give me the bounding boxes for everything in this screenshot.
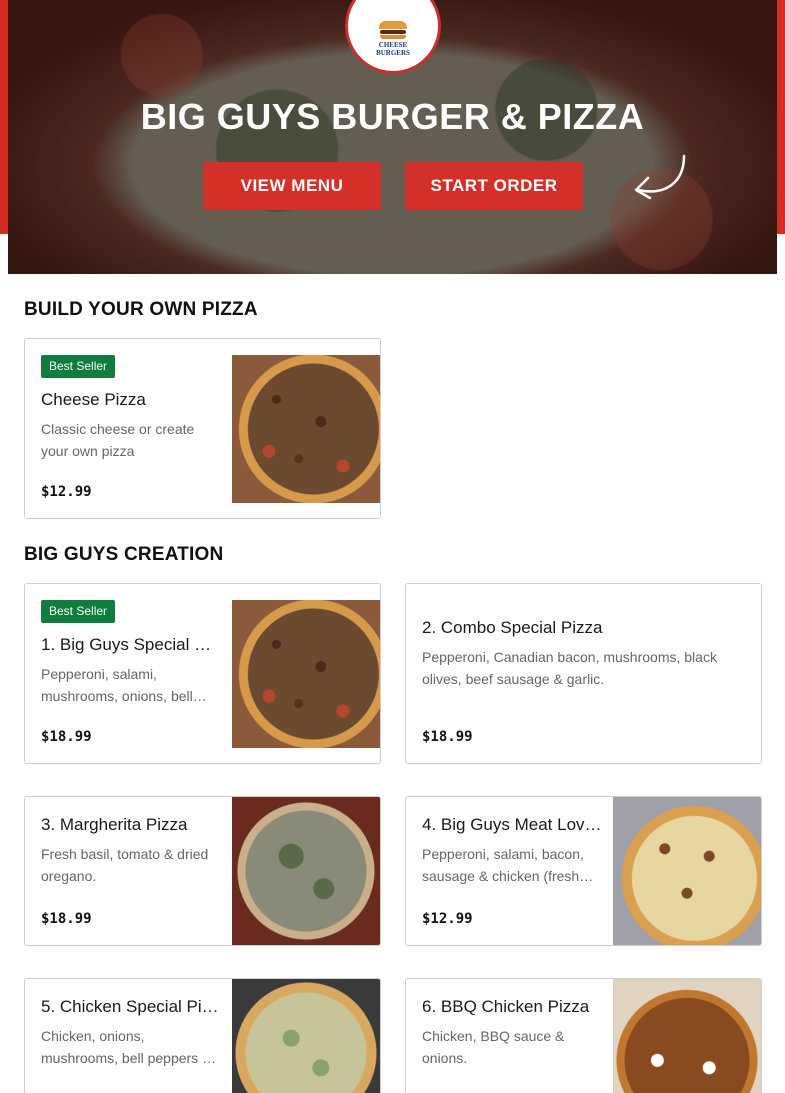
menu-item-card[interactable]: 2. Combo Special Pizza Pepperoni, Canadi… [405, 583, 762, 764]
pizza-photo [232, 600, 380, 748]
section-title-build-your-own: BUILD YOUR OWN PIZZA [24, 299, 258, 320]
item-price: $12.99 [422, 911, 473, 927]
item-name: 5. Chicken Special Pizza [41, 997, 221, 1016]
item-description: Fresh basil, tomato & dried oregano. [41, 846, 209, 884]
hero-title: BIG GUYS BURGER & PIZZA [140, 96, 645, 137]
menu-item-card[interactable]: 6. BBQ Chicken Pizza Chicken, BBQ sauce … [405, 978, 762, 1093]
item-price: $12.99 [41, 484, 92, 500]
menu-item-card[interactable]: 5. Chicken Special Pizza Chicken, onions… [24, 978, 381, 1093]
item-description: Chicken, onions, mushrooms, bell peppers… [41, 1028, 212, 1066]
pizza-photo [232, 979, 380, 1093]
curved-arrow-icon [634, 154, 686, 200]
item-price: $18.99 [41, 729, 92, 745]
menu-item-card[interactable]: Best Seller Cheese Pizza Classic cheese … [24, 338, 381, 519]
item-name: 1. Big Guys Special Pizza [41, 635, 221, 654]
item-name: Cheese Pizza [41, 390, 146, 409]
hero-banner: CHEESE BURGERS BIG GUYS BURGER & PIZZA V… [8, 0, 777, 274]
item-description: Chicken, BBQ sauce & onions. [422, 1028, 565, 1066]
logo-text-top: CHEESE [378, 41, 408, 49]
pizza-photo [232, 355, 380, 503]
menu-item-card[interactable]: 4. Big Guys Meat Lovers Pizza Pepperoni,… [405, 796, 762, 946]
section-title-big-guys-creation: BIG GUYS CREATION [24, 544, 224, 565]
item-description: Classic cheese or create your own pizza [41, 421, 195, 459]
best-seller-badge: Best Seller [41, 600, 116, 623]
pizza-photo [613, 797, 761, 945]
pizza-photo [613, 979, 761, 1093]
item-description: Pepperoni, Canadian bacon, mushrooms, bl… [422, 649, 717, 687]
menu-item-card[interactable]: Best Seller 1. Big Guys Special Pizza Pe… [24, 583, 381, 764]
view-menu-button[interactable]: VIEW MENU [203, 162, 381, 210]
item-description: Pepperoni, salami, bacon, sausage & chic… [422, 846, 584, 884]
item-price: $18.99 [422, 729, 473, 745]
item-description: Pepperoni, salami, mushrooms, onions, be… [41, 666, 193, 704]
item-name: 6. BBQ Chicken Pizza [422, 997, 590, 1016]
menu-item-card[interactable]: 3. Margherita Pizza Fresh basil, tomato … [24, 796, 381, 946]
burger-icon [379, 21, 407, 39]
pizza-photo [232, 797, 380, 945]
item-name: 2. Combo Special Pizza [422, 618, 603, 637]
logo-text-bottom: BURGERS [376, 49, 410, 57]
item-price: $18.99 [41, 911, 92, 927]
item-name: 4. Big Guys Meat Lovers Pizza [422, 815, 602, 834]
best-seller-badge: Best Seller [41, 355, 116, 378]
start-order-button[interactable]: START ORDER [405, 162, 583, 210]
restaurant-logo[interactable]: CHEESE BURGERS [345, 0, 441, 74]
item-name: 3. Margherita Pizza [41, 815, 188, 834]
